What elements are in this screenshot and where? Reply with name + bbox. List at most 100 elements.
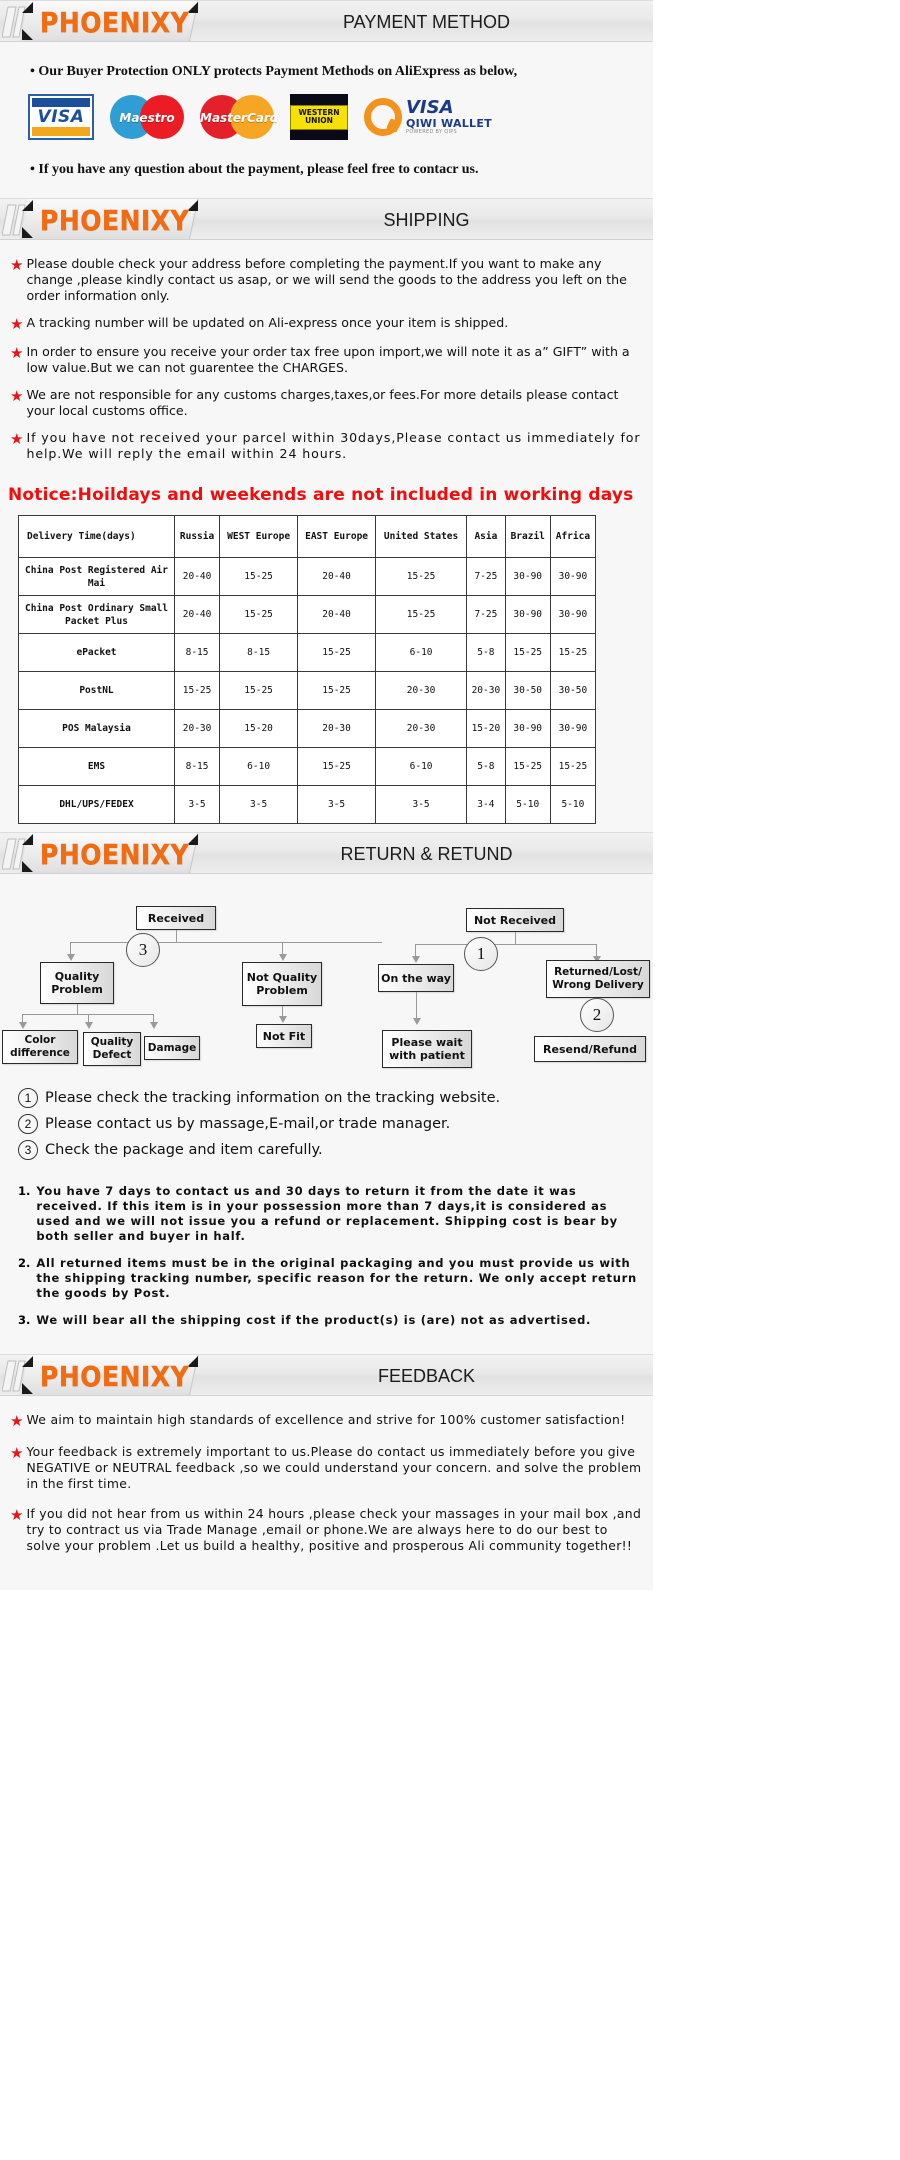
banner-shipping: PHOENIXY SHIPPING <box>0 198 653 240</box>
table-cell: 30-90 <box>549 709 597 748</box>
table-cell: 5-10 <box>549 785 597 824</box>
banner-feedback: PHOENIXY FEEDBACK <box>0 1354 653 1396</box>
return-note: 3 Check the package and item carefully. <box>18 1140 653 1160</box>
western-union-logo-label: WESTERN UNION <box>290 104 348 130</box>
visa-logo-label: VISA <box>37 107 85 127</box>
note-text: Please contact us by massage,E-mail,or t… <box>45 1116 451 1132</box>
table-cell: 30-50 <box>549 671 597 710</box>
feedback-item: ★ Your feedback is extremely important t… <box>10 1444 643 1492</box>
qiwi-wallet-logo: VISA QIWI WALLET POWERED BY QIPS <box>364 98 492 136</box>
visa-logo: VISA <box>28 94 94 140</box>
shipping-notice: Notice:Hoildays and weekends are not inc… <box>8 485 634 505</box>
flow-node-quality-problem: Quality Problem <box>40 962 114 1004</box>
table-body: China Post Registered Air Mai 20-40 15-2… <box>18 557 597 824</box>
flow-node-received: Received <box>136 906 216 930</box>
table-cell-method: POS Malaysia <box>18 709 175 748</box>
table-cell: 15-25 <box>504 747 551 786</box>
shipping-bullet: ★ We are not responsible for any customs… <box>10 387 645 419</box>
shipping-bullet: ★ A tracking number will be updated on A… <box>10 315 645 333</box>
table-cell: 20-30 <box>297 709 377 748</box>
return-note: 1 Please check the tracking information … <box>18 1088 653 1108</box>
table-cell: 6-10 <box>375 747 468 786</box>
banner-corner-top-left <box>22 834 33 845</box>
table-cell: 15-25 <box>375 595 468 634</box>
flow-node-returned-lost: Returned/Lost/ Wrong Delivery <box>546 960 650 998</box>
table-cell: 3-5 <box>219 785 299 824</box>
table-cell-method: ePacket <box>18 633 175 672</box>
star-icon: ★ <box>10 257 24 274</box>
payment-intro-line: • Our Buyer Protection ONLY protects Pay… <box>30 64 518 79</box>
return-flowchart: Received 3 Quality Problem Not Quality P… <box>0 884 653 1074</box>
feedback-text: We aim to maintain high standards of exc… <box>26 1412 626 1427</box>
banner-corner-bottom-left <box>22 1383 33 1394</box>
policy-item: 3. We will bear all the shipping cost if… <box>18 1313 643 1328</box>
flow-arrow <box>413 1018 421 1025</box>
western-union-logo: WESTERN UNION <box>290 94 348 140</box>
banner-corner-bottom-left <box>22 227 33 238</box>
table-cell: 20-40 <box>297 557 377 596</box>
star-icon: ★ <box>10 431 24 448</box>
flow-arrow <box>279 954 287 961</box>
mastercard-logo: MasterCard <box>200 94 279 140</box>
shipping-bullet-text: Please double check your address before … <box>26 256 627 303</box>
flow-node-not-fit: Not Fit <box>256 1024 312 1048</box>
policy-text: All returned items must be in the origin… <box>36 1256 637 1300</box>
payment-question-line: • If you have any question about the pay… <box>30 162 479 177</box>
table-cell: 5-8 <box>466 747 506 786</box>
table-cell: 30-50 <box>504 671 551 710</box>
star-icon: ★ <box>10 345 24 362</box>
flow-arrow <box>412 956 420 963</box>
brand-logo: PHOENIXY <box>40 1360 190 1393</box>
section-title-payment: PAYMENT METHOD <box>342 12 510 32</box>
table-row: EMS 8-15 6-10 15-25 6-10 5-8 15-25 15-25 <box>18 747 597 786</box>
note-text: Please check the tracking information on… <box>45 1090 501 1106</box>
table-cell: 30-90 <box>504 557 551 596</box>
table-cell: 8-15 <box>173 633 221 672</box>
table-cell-method: DHL/UPS/FEDEX <box>18 785 175 824</box>
table-cell: 20-40 <box>297 595 377 634</box>
shipping-bullet-text: In order to ensure you receive your orde… <box>26 344 630 375</box>
table-cell: 8-15 <box>219 633 299 672</box>
feedback-item: ★ We aim to maintain high standards of e… <box>10 1412 643 1430</box>
star-icon: ★ <box>10 1413 24 1430</box>
table-cell: 15-25 <box>375 557 468 596</box>
table-cell: 15-25 <box>504 633 551 672</box>
table-cell: 6-10 <box>219 747 299 786</box>
policy-text: You have 7 days to contact us and 30 day… <box>36 1184 618 1243</box>
table-cell: 15-25 <box>219 595 299 634</box>
table-cell: 15-20 <box>466 709 506 748</box>
mastercard-logo-label: MasterCard <box>200 111 279 125</box>
banner-corner-bottom-left <box>22 861 33 872</box>
qiwi-visa-label: VISA <box>406 97 454 119</box>
flow-node-quality-defect: Quality Defect <box>83 1032 141 1066</box>
maestro-logo: Maestro <box>110 94 184 140</box>
payment-logos-row: VISA Maestro MasterCard WESTERN UNION VI… <box>0 80 653 146</box>
table-cell: 6-10 <box>375 633 468 672</box>
star-icon: ★ <box>10 388 24 405</box>
banner-return-refund: PHOENIXY RETURN & RETUND <box>0 832 653 874</box>
table-cell: 20-30 <box>173 709 221 748</box>
flow-connector <box>515 932 516 944</box>
table-row: PostNL 15-25 15-25 15-25 20-30 20-30 30-… <box>18 671 597 710</box>
brand-logo: PHOENIXY <box>40 6 190 39</box>
star-icon: ★ <box>10 1507 24 1524</box>
table-cell: 7-25 <box>466 595 506 634</box>
table-cell: 8-15 <box>173 747 221 786</box>
flow-node-not-quality-problem: Not Quality Problem <box>242 962 322 1006</box>
table-cell: 20-30 <box>375 709 468 748</box>
policy-number: 2. <box>18 1256 31 1270</box>
table-row: China Post Registered Air Mai 20-40 15-2… <box>18 557 597 596</box>
policy-item: 2. All returned items must be in the ori… <box>18 1256 643 1301</box>
flow-arrow <box>67 954 75 961</box>
table-header-cell: Russia <box>173 515 221 558</box>
brand-logo: PHOENIXY <box>40 204 190 237</box>
shipping-bullet-text: A tracking number will be updated on Ali… <box>26 315 509 330</box>
table-header-cell: Brazil <box>504 515 551 558</box>
content-column: PHOENIXY PAYMENT METHOD • Our Buyer Prot… <box>0 0 653 1590</box>
policy-number: 1. <box>18 1184 31 1198</box>
delivery-time-table: Delivery Time(days) Russia WEST Europe E… <box>18 515 597 824</box>
policy-text: We will bear all the shipping cost if th… <box>36 1313 592 1327</box>
table-cell-method: China Post Ordinary Small Packet Plus <box>18 595 175 634</box>
brand-logo: PHOENIXY <box>40 838 190 871</box>
table-row: ePacket 8-15 8-15 15-25 6-10 5-8 15-25 1… <box>18 633 597 672</box>
